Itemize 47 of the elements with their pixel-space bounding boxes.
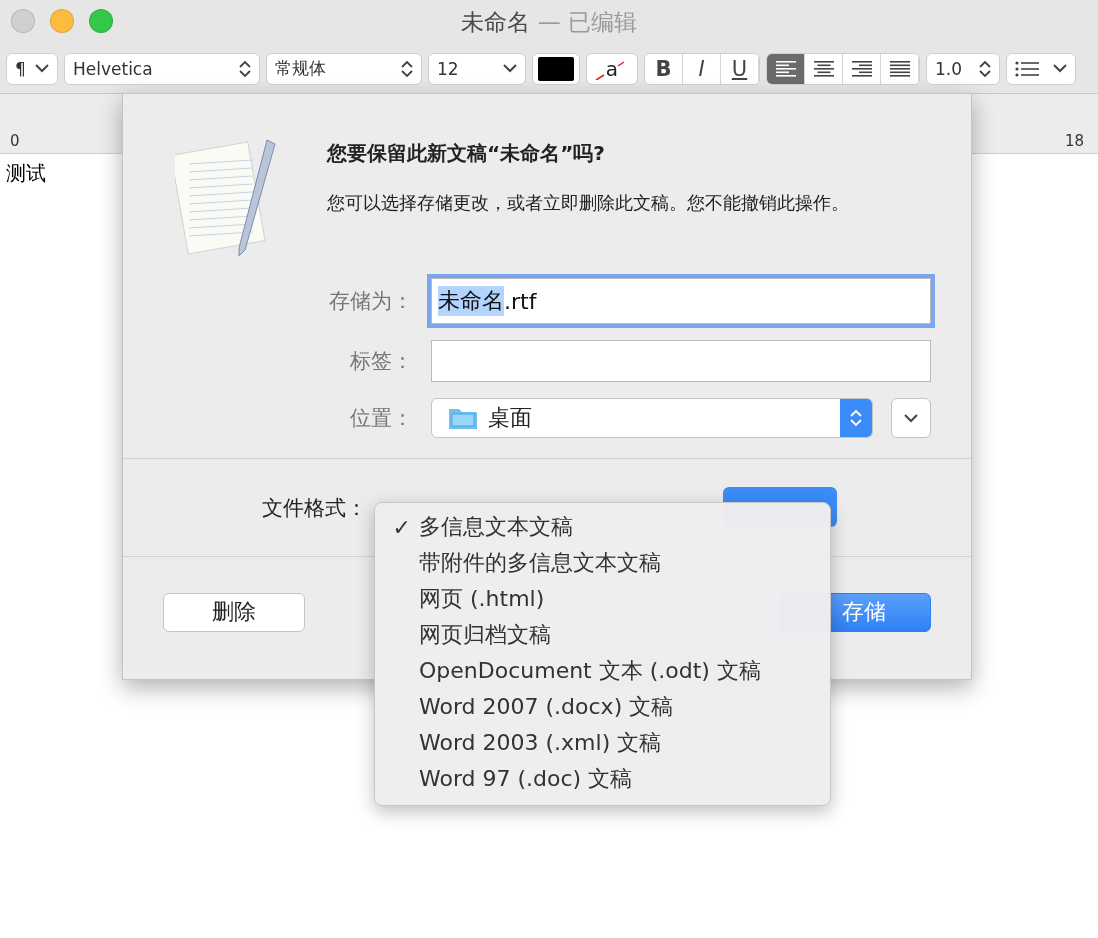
highlight-color-well[interactable]: a	[586, 52, 638, 85]
align-icon	[850, 60, 873, 77]
checkmark: ✓	[391, 514, 411, 540]
menu-item[interactable]: OpenDocument 文本 (.odt) 文稿	[375, 653, 830, 689]
field-label: 位置：	[349, 405, 413, 432]
document-text: 测试	[6, 161, 46, 185]
folder-icon	[448, 406, 478, 430]
align-icon	[774, 60, 797, 77]
bold-button[interactable]: B	[645, 53, 683, 84]
chevron-down-icon	[904, 413, 918, 423]
ruler-label: 18	[1064, 132, 1084, 150]
menu-item[interactable]: Word 97 (.doc) 文稿	[375, 761, 830, 797]
menu-item[interactable]: ✓ 多信息文本文稿	[375, 509, 830, 545]
delete-button[interactable]: 删除	[163, 592, 305, 632]
location-popup[interactable]: 桌面	[431, 398, 873, 438]
chevron-down-icon	[503, 64, 517, 73]
expand-button[interactable]	[891, 398, 931, 438]
align-icon	[812, 60, 835, 77]
up-down-arrows-icon	[850, 409, 862, 427]
menu-item[interactable]: Word 2003 (.xml) 文稿	[375, 725, 830, 761]
align-icon	[888, 60, 911, 77]
list-icon	[1015, 60, 1039, 77]
field-label: 文件格式：	[262, 494, 367, 522]
up-down-arrows-icon	[239, 59, 251, 78]
font-family-popup[interactable]: Helvetica	[64, 52, 260, 85]
up-down-arrows-icon	[401, 59, 413, 78]
chevron-down-icon	[35, 64, 49, 73]
field-label: 标签：	[349, 348, 413, 375]
alignment-button[interactable]	[767, 53, 805, 84]
line-spacing-popup[interactable]: 1.0	[926, 52, 1000, 85]
menu-item[interactable]: 带附件的多信息文本文稿	[375, 545, 830, 581]
dialog-title: 您要保留此新文稿“未命名”吗?	[327, 140, 606, 167]
field-label: 存储为：	[328, 288, 413, 315]
font-style-popup[interactable]: 常规体	[266, 52, 422, 85]
ruler-label: 0	[10, 132, 20, 150]
edited-status: — 已编辑	[537, 7, 638, 37]
strike-icon	[595, 59, 625, 80]
text-field[interactable]	[431, 340, 931, 382]
dialog-message: 您可以选择存储更改，或者立即删除此文稿。您不能撤销此操作。	[327, 191, 850, 215]
up-down-arrows-icon	[979, 59, 991, 78]
window-title: 未命名	[460, 7, 530, 37]
list-style-button[interactable]	[1006, 52, 1076, 85]
menu-item[interactable]: Word 2007 (.docx) 文稿	[375, 689, 830, 725]
chevron-down-icon	[1053, 64, 1067, 73]
paragraph-styles-button[interactable]: ¶	[6, 52, 58, 85]
text-color-well[interactable]	[532, 52, 580, 85]
font-size-combo[interactable]: 12	[428, 52, 526, 85]
